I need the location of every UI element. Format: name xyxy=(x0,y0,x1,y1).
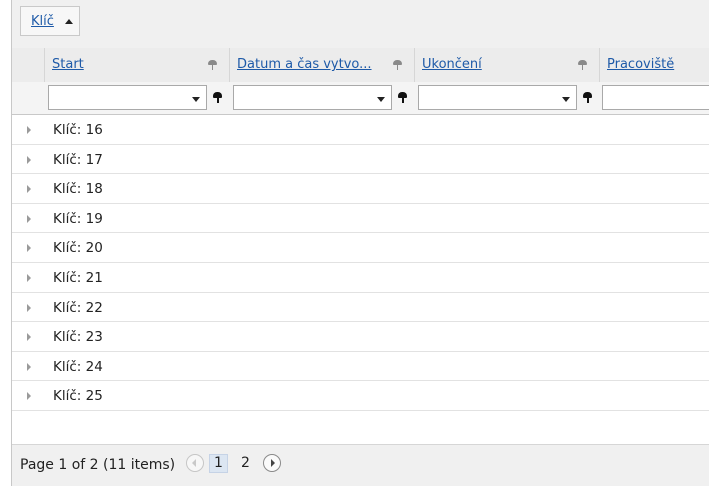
prev-page-icon[interactable] xyxy=(186,454,204,472)
group-row-label: Klíč: 22 xyxy=(53,299,103,316)
group-row-label: Klíč: 21 xyxy=(53,269,103,286)
dropdown-caret-icon[interactable] xyxy=(562,97,570,102)
filter-input-ukonceni[interactable] xyxy=(418,85,577,110)
filter-cell-start xyxy=(45,82,230,114)
group-row[interactable]: Klíč: 21 xyxy=(12,263,709,293)
filter-row xyxy=(12,82,709,115)
group-row-label: Klíč: 24 xyxy=(53,358,103,375)
dropdown-caret-icon[interactable] xyxy=(377,97,385,102)
group-panel: Klíč xyxy=(12,0,709,49)
column-label-datum[interactable]: Datum a čas vytvo... xyxy=(237,57,372,72)
group-row-label: Klíč: 23 xyxy=(53,329,103,346)
group-row[interactable]: Klíč: 22 xyxy=(12,293,709,323)
group-row[interactable]: Klíč: 16 xyxy=(12,115,709,145)
column-header-row: Start Datum a čas vytvo... Ukončení Prac… xyxy=(12,48,709,83)
group-row[interactable]: Klíč: 20 xyxy=(12,233,709,263)
filter-cell-pracoviste xyxy=(600,82,709,114)
group-row-label: Klíč: 17 xyxy=(53,151,103,168)
filter-input-datum[interactable] xyxy=(233,85,392,110)
group-rows: Klíč: 16 Klíč: 17 Klíč: 18 Klíč: 19 Klíč… xyxy=(12,115,709,411)
column-label-start[interactable]: Start xyxy=(52,57,84,72)
group-row[interactable]: Klíč: 25 xyxy=(12,381,709,411)
group-row[interactable]: Klíč: 23 xyxy=(12,322,709,352)
column-label-pracoviste[interactable]: Pracoviště xyxy=(607,57,674,72)
next-page-icon[interactable] xyxy=(263,454,281,472)
expand-icon[interactable] xyxy=(27,155,31,164)
group-row[interactable]: Klíč: 18 xyxy=(12,174,709,204)
group-row-label: Klíč: 25 xyxy=(53,388,103,405)
pager-summary: Page 1 of 2 (11 items) xyxy=(20,457,176,473)
dropdown-caret-icon[interactable] xyxy=(192,97,200,102)
column-header-pracoviste[interactable]: Pracoviště xyxy=(600,48,709,82)
group-row[interactable]: Klíč: 19 xyxy=(12,204,709,234)
group-chip-klic[interactable]: Klíč xyxy=(20,6,80,36)
data-grid: Klíč Start Datum a čas vytvo... Ukončení… xyxy=(11,0,709,486)
group-row-label: Klíč: 20 xyxy=(53,240,103,257)
group-row[interactable]: Klíč: 17 xyxy=(12,145,709,175)
expand-icon[interactable] xyxy=(27,126,31,134)
sort-asc-icon xyxy=(65,19,73,24)
expand-icon[interactable] xyxy=(27,273,31,282)
pin-icon[interactable] xyxy=(393,60,402,70)
page-button-2[interactable]: 2 xyxy=(236,454,255,473)
expand-icon[interactable] xyxy=(27,362,31,371)
expand-icon[interactable] xyxy=(27,214,31,223)
filter-icon[interactable] xyxy=(398,92,408,104)
column-label-ukonceni[interactable]: Ukončení xyxy=(422,57,482,72)
pin-icon[interactable] xyxy=(208,60,217,70)
pager: Page 1 of 2 (11 items) 1 2 xyxy=(12,444,709,486)
expand-icon[interactable] xyxy=(27,185,31,194)
group-row-label: Klíč: 18 xyxy=(53,181,103,198)
expand-column-header xyxy=(12,48,45,82)
expand-icon[interactable] xyxy=(27,303,31,312)
page-button-current[interactable]: 1 xyxy=(209,454,228,473)
filter-cell-datum xyxy=(230,82,415,114)
filter-icon[interactable] xyxy=(213,92,223,104)
column-header-datum[interactable]: Datum a čas vytvo... xyxy=(230,48,415,82)
group-row-label: Klíč: 19 xyxy=(53,210,103,227)
expand-icon[interactable] xyxy=(27,392,31,401)
pin-icon[interactable] xyxy=(578,60,587,70)
column-header-start[interactable]: Start xyxy=(45,48,230,82)
filter-cell-ukonceni xyxy=(415,82,600,114)
filter-icon[interactable] xyxy=(583,92,593,104)
group-chip-label[interactable]: Klíč xyxy=(31,14,54,29)
expand-icon[interactable] xyxy=(27,333,31,342)
group-row[interactable]: Klíč: 24 xyxy=(12,352,709,382)
group-row-label: Klíč: 16 xyxy=(53,122,103,138)
column-header-ukonceni[interactable]: Ukončení xyxy=(415,48,600,82)
filter-input-pracoviste[interactable] xyxy=(602,85,709,110)
filter-input-start[interactable] xyxy=(48,85,207,110)
expand-icon[interactable] xyxy=(27,244,31,253)
